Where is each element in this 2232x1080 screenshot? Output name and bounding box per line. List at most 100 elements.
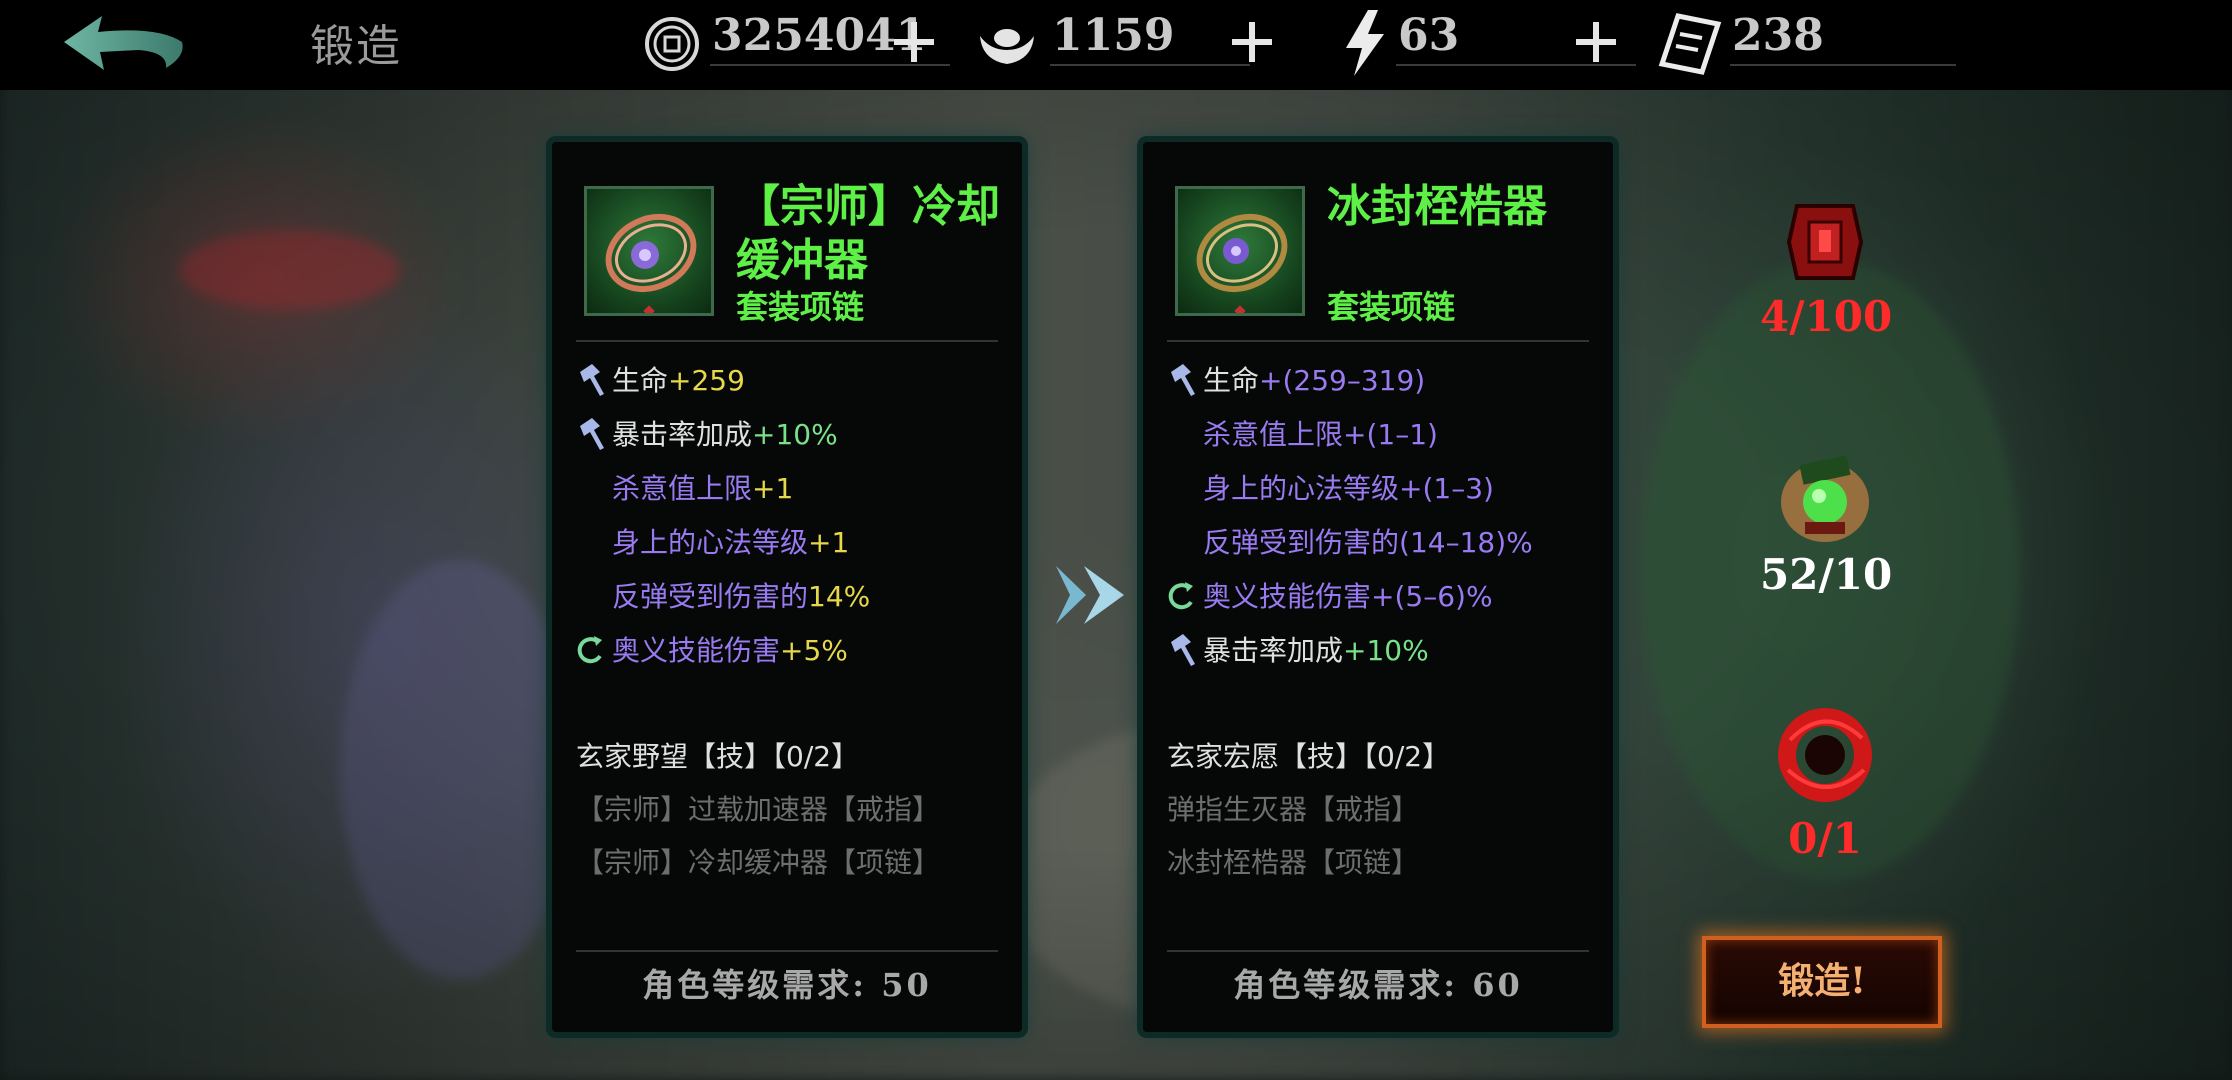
stat-label: 杀意值上限 [612, 472, 753, 505]
page-title: 锻造 [310, 21, 402, 72]
set-item: 【宗师】冷却缓冲器【项链】 [576, 846, 941, 879]
lightning-icon [1346, 10, 1384, 76]
set-name: 玄家宏愿【技】【0/2】 [1167, 740, 1451, 773]
stat-value: +(259–319) [1259, 364, 1426, 397]
current-item-name-line1: 【宗师】冷却 [736, 181, 1000, 232]
stat-row: 奥义技能伤害+(5–6)% [1167, 570, 1603, 624]
hammer-icon [1167, 354, 1203, 408]
red-box-material-icon [1786, 204, 1864, 280]
necklace-icon [605, 214, 697, 317]
target-item-name: 冰封桎梏器 [1327, 181, 1547, 232]
refresh-icon [576, 624, 612, 678]
divider [1167, 340, 1589, 342]
add-coins-button[interactable] [892, 20, 936, 64]
level-requirement: 角色等级需求: 60 [1233, 966, 1523, 1004]
energy-underline [1396, 64, 1636, 66]
set-name: 玄家野望【技】【0/2】 [576, 740, 860, 773]
set-item: 【宗师】过载加速器【戒指】 [576, 793, 941, 826]
double-chevron-right-icon [1056, 566, 1124, 624]
target-set-info: 玄家宏愿【技】【0/2】 弹指生灭器【戒指】 冰封桎梏器【项链】 [1167, 730, 1603, 889]
stat-label: 生命 [1203, 364, 1260, 397]
stat-row: 生命+(259–319) [1167, 354, 1603, 408]
material-2-count: 52/10 [1760, 550, 1893, 599]
back-arrow-icon [64, 16, 183, 70]
back-button[interactable] [58, 12, 188, 78]
target-item-type: 套装项链 [1327, 288, 1456, 326]
divider [576, 340, 998, 342]
current-item-name: 【宗师】冷却 缓冲器 [736, 180, 1016, 288]
stat-row: 杀意值上限+1 [576, 462, 1012, 516]
tickets-value: 238 [1732, 10, 1824, 61]
current-item-icon[interactable] [584, 186, 714, 317]
stat-label: 反弹受到伤害的 [612, 580, 809, 613]
current-item-type: 套装项链 [736, 288, 865, 326]
stat-row: 暴击率加成+10% [576, 408, 1012, 462]
green-gem-material-icon [1781, 455, 1869, 542]
refresh-icon [1167, 570, 1203, 624]
level-requirement: 角色等级需求: 50 [642, 966, 932, 1004]
stat-value: +(5–6)% [1371, 580, 1493, 613]
red-ring-material-icon [1778, 708, 1872, 802]
divider [1167, 950, 1589, 952]
ticket-icon [1658, 13, 1722, 75]
stat-value: +(1–3) [1399, 472, 1494, 505]
silver-value: 1159 [1052, 10, 1175, 61]
stat-value: +5% [780, 634, 848, 667]
stat-value: +259 [668, 364, 745, 397]
add-energy-button[interactable] [1574, 20, 1618, 64]
stat-label: 暴击率加成 [1203, 634, 1344, 667]
stat-label: 奥义技能伤害 [612, 634, 781, 667]
stat-label: 生命 [612, 364, 669, 397]
set-item: 弹指生灭器【戒指】 [1167, 793, 1420, 826]
add-silver-button[interactable] [1230, 20, 1274, 64]
material-1[interactable]: 4/100 [1760, 196, 1893, 341]
stat-value: +1 [752, 472, 794, 505]
top-bar: 锻造 3254041 1159 63 238 [0, 0, 2232, 90]
material-2[interactable]: 52/10 [1760, 446, 1893, 599]
material-1-count: 4/100 [1760, 292, 1893, 341]
current-set-info: 玄家野望【技】【0/2】 【宗师】过载加速器【戒指】 【宗师】冷却缓冲器【项链】 [576, 730, 1012, 889]
stat-label: 暴击率加成 [612, 418, 753, 451]
divider [576, 950, 998, 952]
copper-coin-icon [645, 17, 699, 71]
stat-label: 身上的心法等级 [1203, 472, 1400, 505]
stat-value: +1 [808, 526, 850, 559]
target-item-panel: 冰封桎梏器 套装项链 生命+(259–319) 杀意值上限+(1–1) 身上的心… [1143, 142, 1613, 1032]
stat-label: 身上的心法等级 [612, 526, 809, 559]
energy-value: 63 [1398, 10, 1460, 61]
silver-ingot-icon [980, 29, 1034, 64]
target-item-icon[interactable] [1175, 186, 1305, 317]
material-3[interactable]: 0/1 [1760, 700, 1890, 863]
stat-value: +10% [752, 418, 838, 451]
silver-underline [1050, 64, 1250, 66]
set-item: 冰封桎梏器【项链】 [1167, 846, 1420, 879]
stat-value: +(1–1) [1343, 418, 1438, 451]
stat-row: 身上的心法等级+1 [576, 516, 1012, 570]
stat-label: 杀意值上限 [1203, 418, 1344, 451]
material-3-count: 0/1 [1788, 814, 1862, 863]
hammer-icon [576, 408, 612, 462]
current-item-name-line2: 缓冲器 [736, 235, 868, 286]
hammer-icon [1167, 624, 1203, 678]
hammer-icon [576, 354, 612, 408]
current-item-panel: 【宗师】冷却 缓冲器 套装项链 生命+259 暴击率加成+10% 杀意值上限+1… [552, 142, 1022, 1032]
stat-row: 暴击率加成+10% [1167, 624, 1603, 678]
coins-underline [710, 64, 950, 66]
target-item-stats: 生命+(259–319) 杀意值上限+(1–1) 身上的心法等级+(1–3) 反… [1167, 354, 1603, 678]
stat-row: 身上的心法等级+(1–3) [1167, 462, 1603, 516]
stat-row: 奥义技能伤害+5% [576, 624, 1012, 678]
current-item-stats: 生命+259 暴击率加成+10% 杀意值上限+1 身上的心法等级+1 反弹受到伤… [576, 354, 1012, 678]
necklace-icon [1196, 214, 1288, 317]
stat-value: 14% [808, 580, 871, 613]
tickets-underline [1730, 64, 1956, 66]
stat-label: 反弹受到伤害的 [1203, 526, 1400, 559]
stat-row: 生命+259 [576, 354, 1012, 408]
stat-row: 杀意值上限+(1–1) [1167, 408, 1603, 462]
stat-value: +10% [1343, 634, 1429, 667]
background-vignette [0, 0, 2232, 1080]
forge-button[interactable]: 锻造! [1702, 936, 1942, 1028]
stat-row: 反弹受到伤害的(14–18)% [1167, 516, 1603, 570]
stat-label: 奥义技能伤害 [1203, 580, 1372, 613]
stat-row: 反弹受到伤害的14% [576, 570, 1012, 624]
stat-value: (14–18)% [1399, 526, 1533, 559]
